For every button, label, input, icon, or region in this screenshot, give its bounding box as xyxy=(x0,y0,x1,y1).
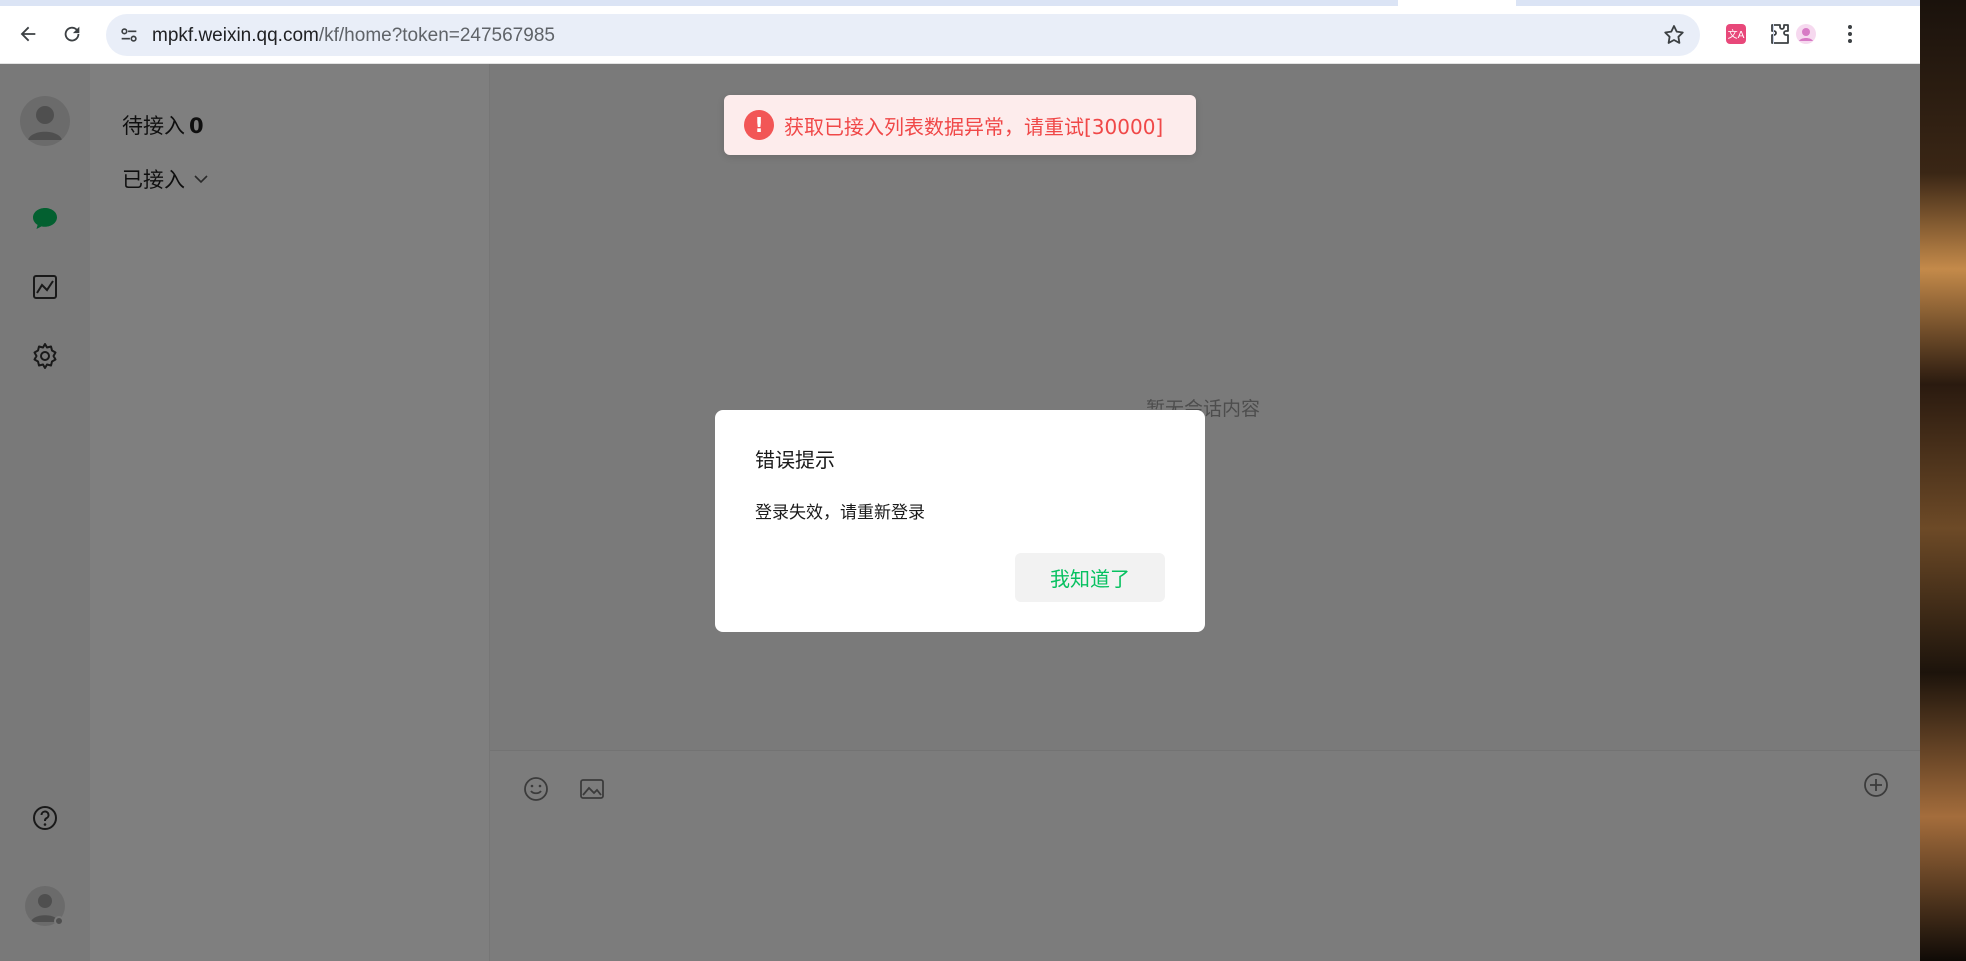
reload-button[interactable] xyxy=(56,18,88,50)
address-bar[interactable]: mpkf.weixin.qq.com/kf/home?token=2475679… xyxy=(106,14,1700,56)
error-toast: ! 获取已接入列表数据异常，请重试[30000] xyxy=(724,95,1196,155)
profile-icon[interactable] xyxy=(1794,22,1818,46)
tab-strip xyxy=(0,0,1920,14)
extensions-puzzle-icon[interactable] xyxy=(1768,22,1792,46)
more-menu-icon[interactable] xyxy=(1838,22,1862,46)
back-button[interactable] xyxy=(12,18,44,50)
active-tab[interactable] xyxy=(1398,0,1516,14)
toolbar-separator xyxy=(1773,24,1774,44)
desktop-wallpaper xyxy=(1920,0,1966,961)
browser-toolbar: mpkf.weixin.qq.com/kf/home?token=2475679… xyxy=(0,0,1920,64)
acknowledge-button[interactable]: 我知道了 xyxy=(1015,553,1165,602)
error-dialog: 错误提示 登录失效，请重新登录 我知道了 xyxy=(715,410,1205,632)
reload-icon xyxy=(64,26,80,42)
back-arrow-icon xyxy=(20,26,36,42)
url-path: /kf/home?token=247567985 xyxy=(318,25,555,46)
bookmark-star-icon[interactable] xyxy=(1662,23,1686,47)
url-host: mpkf.weixin.qq.com xyxy=(152,25,319,46)
url-text[interactable]: mpkf.weixin.qq.com/kf/home?token=2475679… xyxy=(152,25,555,47)
site-settings-icon[interactable] xyxy=(118,24,140,46)
dialog-title: 错误提示 xyxy=(755,448,835,472)
error-toast-message: 获取已接入列表数据异常，请重试[30000] xyxy=(784,114,1164,139)
dialog-message: 登录失效，请重新登录 xyxy=(755,503,925,523)
svg-text:文A: 文A xyxy=(1728,28,1745,41)
translate-extension-icon[interactable]: 文A xyxy=(1724,22,1748,46)
error-alert-icon: ! xyxy=(744,110,774,140)
